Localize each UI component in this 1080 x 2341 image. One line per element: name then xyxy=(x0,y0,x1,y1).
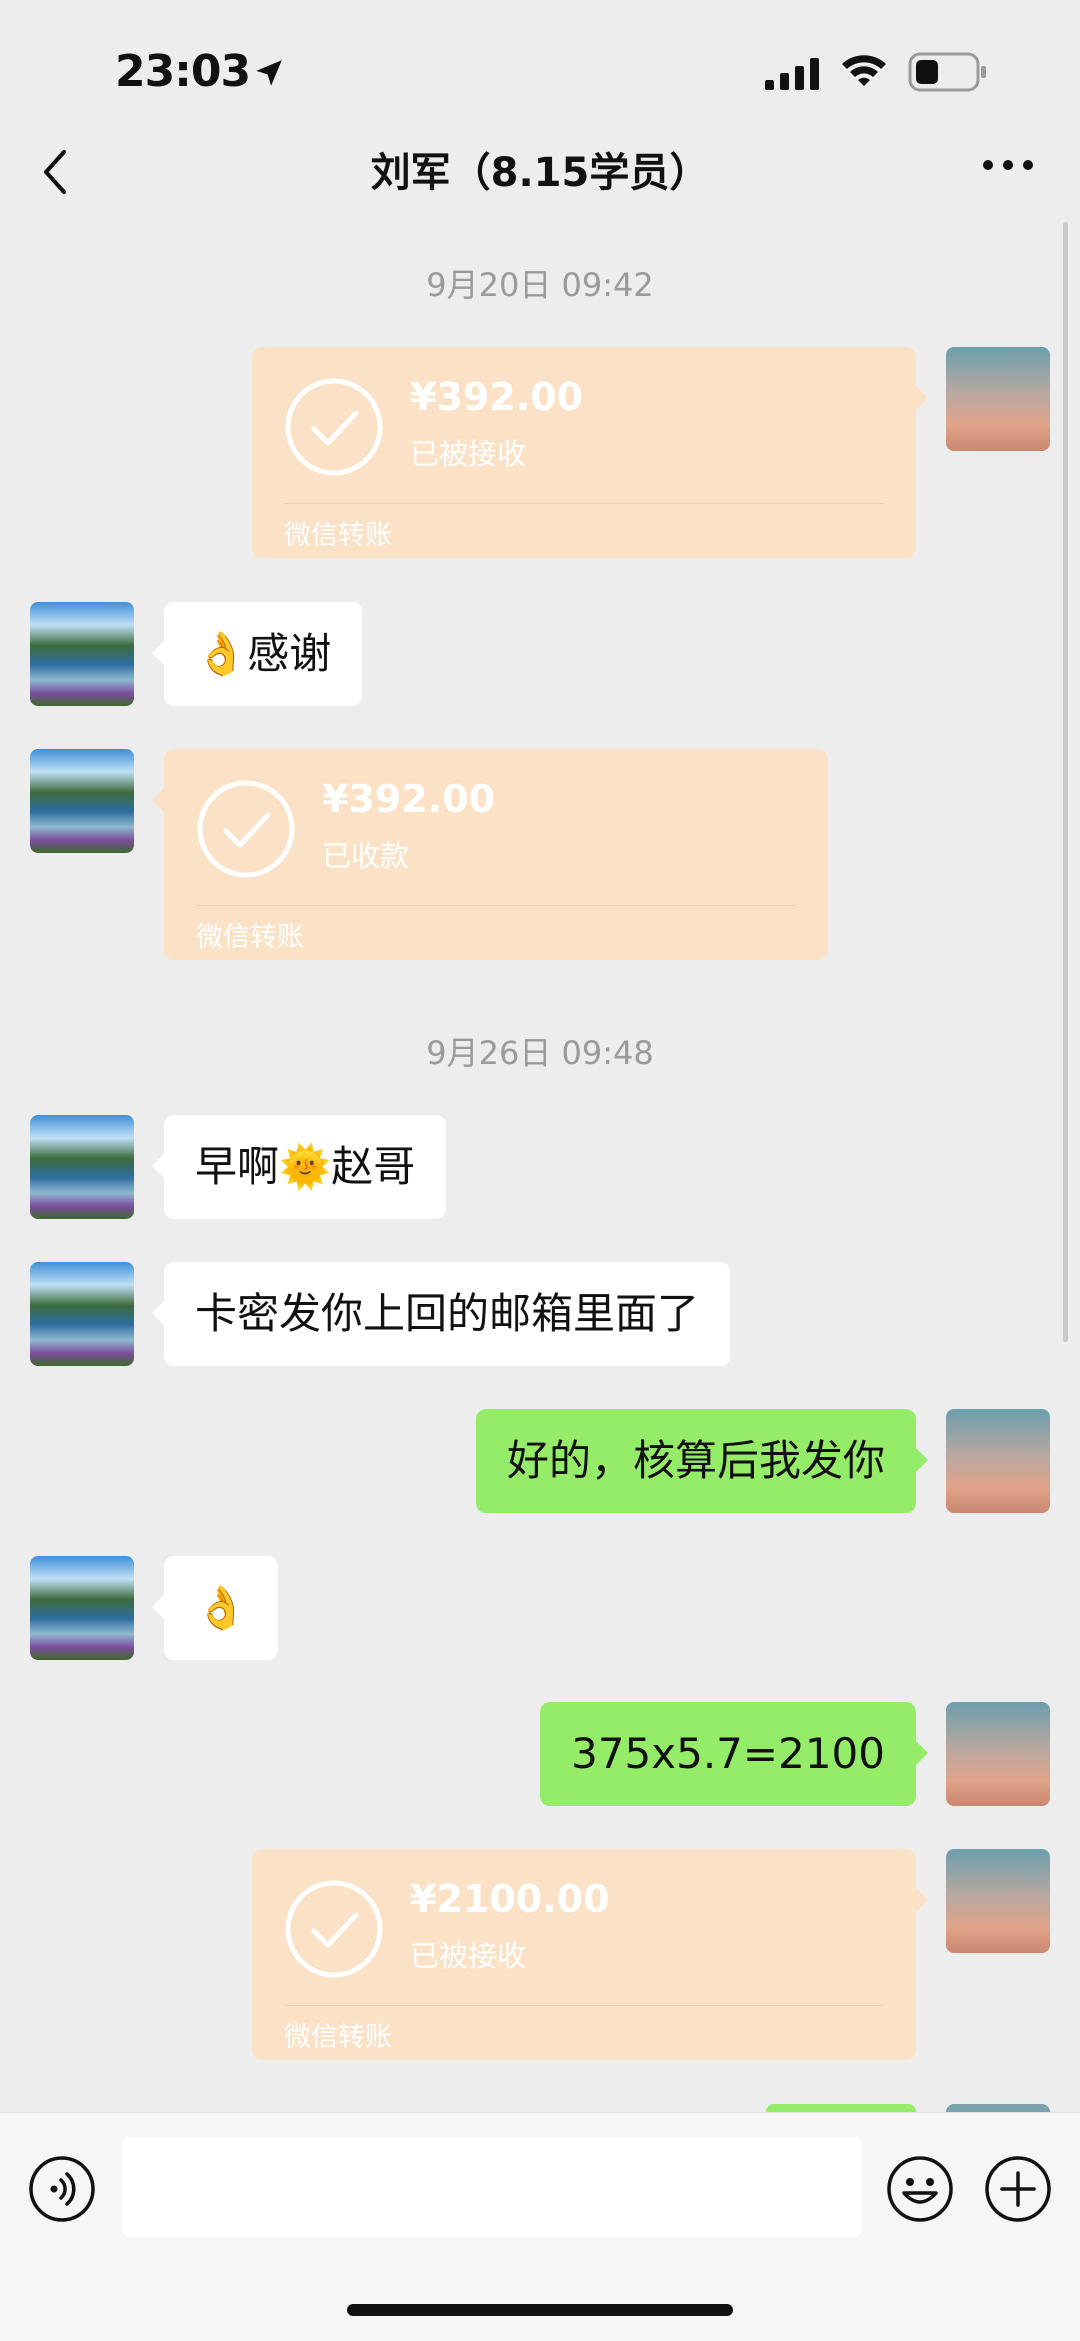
message-bubble[interactable]: 卡密发你上回的邮箱里面了 xyxy=(151,1262,731,1366)
input-bar xyxy=(0,2112,1080,2259)
voice-icon[interactable] xyxy=(28,2155,96,2223)
nav-bar: 刘军（8.15学员） xyxy=(0,130,1080,210)
contact-avatar[interactable] xyxy=(30,1556,134,1660)
transfer-label: 微信转账 xyxy=(284,2022,392,2053)
contact-avatar[interactable] xyxy=(30,1262,134,1366)
status-time: 23:03 xyxy=(115,46,251,97)
plus-icon[interactable] xyxy=(984,2155,1052,2223)
check-circle-icon xyxy=(197,780,295,878)
transfer-card[interactable]: ¥2100.00 已被接收 微信转账 xyxy=(252,1849,928,2060)
signal-icon xyxy=(765,58,819,90)
chat-title: 刘军（8.15学员） xyxy=(370,150,710,196)
timestamp: 9月26日 09:48 xyxy=(426,1034,654,1072)
self-avatar[interactable] xyxy=(946,1702,1050,1806)
transfer-status: 已被接收 xyxy=(410,437,527,471)
status-bar: 23:03 xyxy=(0,0,1080,130)
transfer-card[interactable]: ¥392.00 已被接收 微信转账 xyxy=(252,347,928,558)
self-avatar[interactable] xyxy=(946,1409,1050,1513)
home-bar xyxy=(0,2258,1080,2341)
emoji-icon[interactable] xyxy=(886,2155,954,2223)
location-arrow-icon xyxy=(256,60,282,86)
contact-avatar[interactable] xyxy=(30,1115,134,1219)
battery-icon xyxy=(908,52,986,92)
home-indicator[interactable] xyxy=(347,2304,733,2316)
divider xyxy=(284,2005,884,2006)
message-bubble[interactable]: 👌感谢 xyxy=(151,602,363,706)
timestamp: 9月20日 09:42 xyxy=(426,266,654,304)
divider xyxy=(196,905,796,906)
divider xyxy=(284,503,884,504)
contact-avatar[interactable] xyxy=(30,749,134,853)
transfer-card[interactable]: ¥392.00 已收款 微信转账 xyxy=(152,749,828,960)
transfer-amount: ¥392.00 xyxy=(410,375,584,419)
transfer-amount: ¥2100.00 xyxy=(410,1877,610,1921)
message-input[interactable] xyxy=(122,2137,862,2237)
contact-avatar[interactable] xyxy=(30,602,134,706)
message-bubble[interactable]: 👌 xyxy=(151,1556,279,1660)
transfer-status: 已被接收 xyxy=(410,1939,527,1973)
self-avatar[interactable] xyxy=(946,347,1050,451)
transfer-label: 微信转账 xyxy=(196,922,304,953)
transfer-label: 微信转账 xyxy=(284,520,392,551)
more-dots-icon[interactable] xyxy=(982,158,1034,172)
check-circle-icon xyxy=(285,1880,383,1978)
check-circle-icon xyxy=(285,378,383,476)
transfer-amount: ¥392.00 xyxy=(322,777,496,821)
transfer-status: 已收款 xyxy=(322,839,410,873)
message-bubble[interactable]: 好的，核算后我发你 xyxy=(475,1409,929,1513)
message-bubble[interactable]: 早啊🌞赵哥 xyxy=(151,1115,447,1219)
message-bubble[interactable]: 375x5.7=2100 xyxy=(540,1702,928,1806)
scrollbar[interactable] xyxy=(1063,222,1068,1342)
wifi-icon xyxy=(842,55,886,86)
self-avatar[interactable] xyxy=(946,1849,1050,1953)
